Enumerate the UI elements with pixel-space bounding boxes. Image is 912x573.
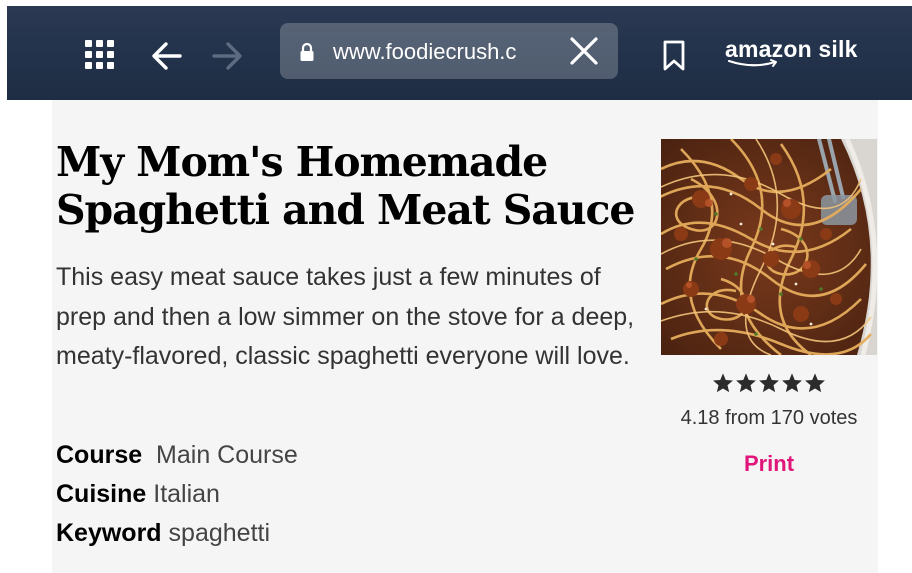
meta-cuisine: Cuisine Italian [56, 478, 456, 510]
meta-course-value[interactable]: Main Course [156, 441, 298, 469]
recipe-summary: This easy meat sauce takes just a few mi… [56, 263, 635, 370]
star-icon[interactable] [758, 372, 780, 394]
rating-votes-text: 4.18 from 170 votes [680, 407, 858, 429]
meta-keyword: Keyword spaghetti [56, 517, 456, 549]
back-arrow-icon[interactable] [147, 36, 187, 76]
bookmark-icon[interactable] [657, 36, 691, 76]
brand-logo: amazon silk [725, 32, 858, 72]
smile-logo-icon [727, 59, 777, 67]
url-bar[interactable]: www.foodiecrush.c [280, 23, 618, 79]
star-rating[interactable] [661, 372, 877, 394]
star-icon[interactable] [804, 372, 826, 394]
print-link[interactable]: Print [661, 451, 877, 477]
forward-arrow-icon[interactable] [207, 36, 247, 76]
meta-keyword-value: spaghetti [168, 519, 271, 547]
recipe-photo [661, 139, 877, 355]
recipe-card: My Mom's Homemade Spaghetti and Meat Sau… [52, 100, 878, 573]
meta-cuisine-label: Cuisine [56, 480, 147, 508]
browser-toolbar: www.foodiecrush.c amazon silk [7, 6, 912, 100]
star-icon[interactable] [712, 372, 734, 394]
star-icon[interactable] [735, 372, 757, 394]
meta-cuisine-value[interactable]: Italian [153, 480, 220, 508]
lock-icon [298, 42, 316, 62]
meta-course: Course Main Course [56, 439, 456, 471]
star-icon[interactable] [781, 372, 803, 394]
meta-course-label: Course [56, 441, 143, 469]
url-text[interactable]: www.foodiecrush.c [333, 38, 543, 66]
close-icon[interactable] [566, 33, 602, 69]
recipe-title: My Mom's Homemade Spaghetti and Meat Sau… [56, 138, 635, 234]
meta-keyword-label: Keyword [56, 519, 162, 547]
apps-grid-icon[interactable] [82, 37, 116, 71]
